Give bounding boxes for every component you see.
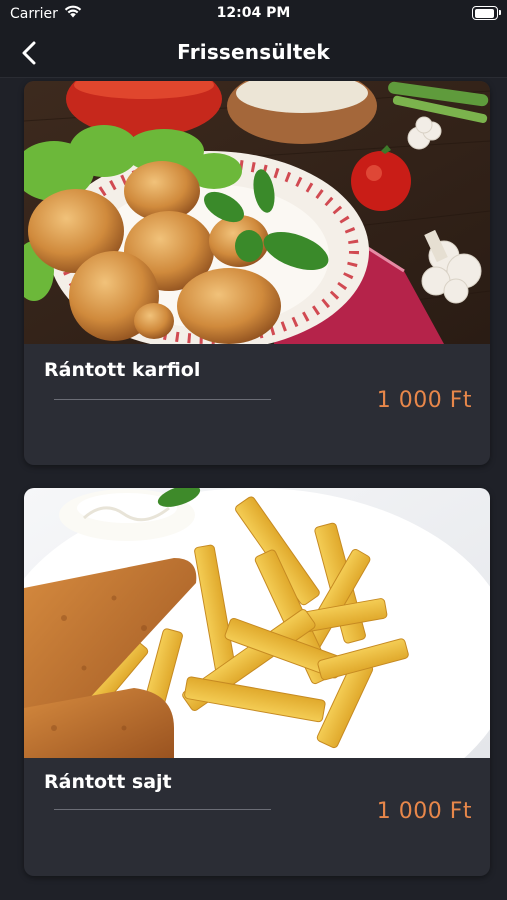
divider [54, 399, 271, 400]
menu-list[interactable]: Rántott karfiol 1 000 Ft Rántott sajt 1 … [0, 78, 507, 900]
menu-item-name: Rántott karfiol [44, 359, 201, 381]
battery-icon [472, 6, 501, 20]
nav-bar: Frissensültek [0, 28, 507, 78]
menu-item-card[interactable]: Rántott karfiol 1 000 Ft [24, 81, 490, 465]
menu-item-card[interactable]: Rántott sajt 1 000 Ft [24, 488, 490, 876]
food-image-cauliflower [24, 81, 490, 344]
menu-item-price: 1 000 Ft [376, 388, 472, 413]
status-time: 12:04 PM [216, 5, 291, 21]
menu-item-price: 1 000 Ft [376, 799, 472, 824]
menu-item-name: Rántott sajt [44, 771, 172, 793]
food-image-fried-cheese [24, 488, 490, 758]
status-bar: Carrier 12:04 PM [0, 0, 507, 28]
page-title: Frissensültek [177, 40, 330, 64]
divider [54, 809, 271, 810]
